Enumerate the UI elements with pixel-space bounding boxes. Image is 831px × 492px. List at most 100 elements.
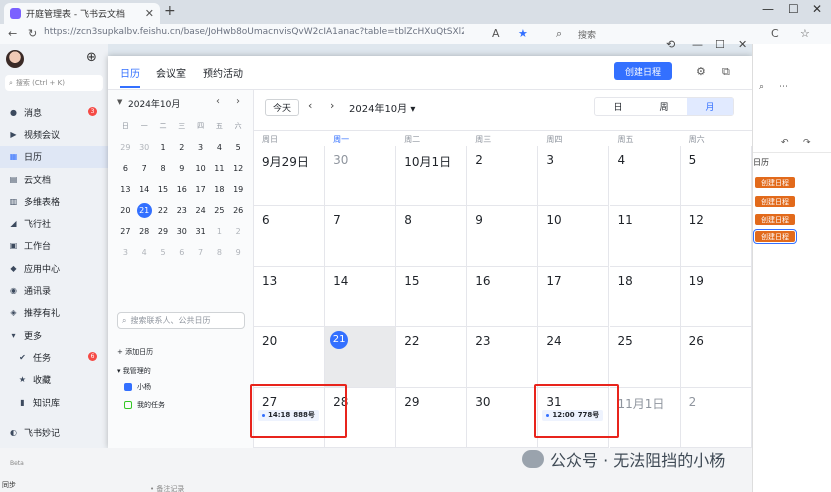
mini-day[interactable]: 29 xyxy=(154,221,173,242)
maximize-panel-icon[interactable]: ☐ xyxy=(715,38,725,51)
checkbox-unchecked-icon[interactable] xyxy=(124,401,132,409)
sidebar-item-contacts[interactable]: ◉ 通讯录 xyxy=(0,279,108,301)
mini-day[interactable]: 2 xyxy=(229,221,248,242)
day-cell[interactable]: 21 xyxy=(325,327,397,388)
close-window-icon[interactable]: ✕ xyxy=(812,2,822,16)
mini-day[interactable]: 9 xyxy=(229,242,248,263)
mini-day[interactable]: 26 xyxy=(229,200,248,221)
create-event-chip-selected[interactable]: 创建日程 xyxy=(753,229,797,244)
maximize-icon[interactable]: ☐ xyxy=(788,2,799,16)
day-cell[interactable]: 6 xyxy=(254,206,326,267)
day-cell[interactable]: 26 xyxy=(680,327,752,388)
mini-day[interactable]: 3 xyxy=(191,137,210,158)
calendar-toggle-xiaoyang[interactable]: 小杨 xyxy=(124,382,151,392)
sidebar-item-wiki[interactable]: ▮ 知识库 xyxy=(0,391,108,413)
day-cell[interactable]: 17 xyxy=(538,266,610,328)
day-cell[interactable]: 22 xyxy=(396,327,468,388)
back-icon[interactable]: ← xyxy=(8,27,17,40)
mini-day[interactable]: 12 xyxy=(229,158,248,179)
day-cell[interactable]: 12 xyxy=(680,206,752,267)
sidebar-item-workplace[interactable]: ▣ 工作台 xyxy=(0,235,108,257)
day-cell[interactable]: 15 xyxy=(396,266,468,328)
create-event-chip[interactable]: 创建日程 xyxy=(755,214,795,225)
tab-meeting-rooms[interactable]: 会议室 xyxy=(156,65,186,80)
day-cell[interactable]: 9月29日 xyxy=(254,146,326,207)
avatar[interactable] xyxy=(6,50,24,68)
mini-day[interactable]: 7 xyxy=(135,158,154,179)
day-cell[interactable]: 2 xyxy=(680,387,752,448)
view-day[interactable]: 日 xyxy=(595,98,641,115)
view-month[interactable]: 月 xyxy=(687,98,733,115)
mini-day[interactable]: 20 xyxy=(116,200,135,221)
sidebar-item-minutes[interactable]: ◐ 飞书妙记 xyxy=(0,421,108,443)
mini-day-today[interactable]: 21 xyxy=(135,200,154,221)
day-cell[interactable]: 9 xyxy=(467,206,539,267)
day-cell[interactable]: 13 xyxy=(254,266,326,328)
day-cell[interactable]: 19 xyxy=(680,266,752,328)
mini-day[interactable]: 13 xyxy=(116,179,135,200)
mini-day[interactable]: 15 xyxy=(154,179,173,200)
new-tab-icon[interactable]: + xyxy=(164,3,176,19)
create-event-chip[interactable]: 创建日程 xyxy=(755,196,795,207)
mini-day[interactable]: 28 xyxy=(135,221,154,242)
mini-prev-icon[interactable]: ‹ xyxy=(216,96,220,107)
day-cell[interactable]: 10 xyxy=(538,206,610,267)
prev-month-icon[interactable]: ‹ xyxy=(308,99,312,112)
mini-day[interactable]: 4 xyxy=(210,137,229,158)
day-cell[interactable]: 2 xyxy=(467,146,539,207)
sidebar-item-video[interactable]: ▶ 视频会议 xyxy=(0,123,108,145)
mini-day[interactable]: 8 xyxy=(210,242,229,263)
mini-day[interactable]: 11 xyxy=(210,158,229,179)
mini-day[interactable]: 2 xyxy=(172,137,191,158)
favorite-star-icon[interactable]: ★ xyxy=(518,27,528,40)
reload-icon[interactable]: ↻ xyxy=(28,27,37,40)
mini-day[interactable]: 18 xyxy=(210,179,229,200)
sidebar-item-more[interactable]: ▾ 更多 xyxy=(0,324,108,346)
browser-search-label[interactable]: 搜索 xyxy=(578,28,596,41)
add-calendar-link[interactable]: + 添加日历 xyxy=(117,347,153,357)
day-cell[interactable]: 30 xyxy=(467,387,539,448)
mini-day[interactable]: 29 xyxy=(116,137,135,158)
day-cell[interactable]: 10月1日 xyxy=(396,146,468,207)
browser-tab[interactable]: 开庭管理表 - 飞书云文档 ✕ xyxy=(4,3,160,24)
sidebar-item-referral[interactable]: ◈ 推荐有礼 xyxy=(0,302,108,324)
day-cell[interactable]: 14 xyxy=(325,266,397,328)
url-field[interactable]: https://zcn3supkalbv.feishu.cn/base/JoHw… xyxy=(44,27,464,37)
day-cell[interactable]: 3 xyxy=(538,146,610,207)
mini-next-icon[interactable]: › xyxy=(236,96,240,107)
mini-day[interactable]: 14 xyxy=(135,179,154,200)
create-event-chip[interactable]: 创建日程 xyxy=(755,177,795,188)
contact-search-input[interactable]: ⌕ 搜索联系人、公共日历 xyxy=(117,312,245,329)
sidebar-item-messages[interactable]: ● 消息 3 xyxy=(0,101,108,123)
tab-calendar[interactable]: 日历 xyxy=(120,65,140,88)
popout-icon[interactable]: ⧉ xyxy=(722,65,730,79)
mini-day[interactable]: 1 xyxy=(154,137,173,158)
day-cell[interactable]: 11 xyxy=(609,206,681,267)
calendar-toggle-my-tasks[interactable]: 我的任务 xyxy=(124,400,165,410)
more-icon[interactable]: ⋯ xyxy=(779,82,788,92)
mini-day[interactable]: 23 xyxy=(172,200,191,221)
mini-day[interactable]: 27 xyxy=(116,221,135,242)
mini-day[interactable]: 3 xyxy=(116,242,135,263)
mini-day[interactable]: 7 xyxy=(191,242,210,263)
mini-day[interactable]: 4 xyxy=(135,242,154,263)
day-cell[interactable]: 4 xyxy=(609,146,681,207)
bookmark-star-icon[interactable]: ☆ xyxy=(800,27,810,40)
managed-calendars-header[interactable]: ▾ 我管理的 xyxy=(117,366,151,376)
tab-booking[interactable]: 预约活动 xyxy=(203,65,243,80)
sidebar-item-flights[interactable]: ◢ 飞行社 xyxy=(0,212,108,234)
day-cell[interactable]: 24 xyxy=(538,327,610,388)
day-cell[interactable]: 16 xyxy=(467,266,539,328)
day-cell[interactable]: 29 xyxy=(396,387,468,448)
mini-day[interactable]: 6 xyxy=(116,158,135,179)
day-cell[interactable]: 20 xyxy=(254,327,326,388)
sidebar-search[interactable]: ⌕ 搜索 (Ctrl + K) xyxy=(5,75,103,91)
sidebar-item-docs[interactable]: ▤ 云文档 xyxy=(0,168,108,190)
redo-icon[interactable]: ↷ xyxy=(803,138,811,148)
sidebar-item-base[interactable]: ▥ 多维表格 xyxy=(0,190,108,212)
settings-gear-icon[interactable]: ⚙ xyxy=(696,65,706,78)
view-week[interactable]: 周 xyxy=(641,98,687,115)
day-cell[interactable]: 18 xyxy=(609,266,681,328)
day-cell[interactable]: 5 xyxy=(680,146,752,207)
history-icon[interactable]: ⟲ xyxy=(666,38,675,51)
